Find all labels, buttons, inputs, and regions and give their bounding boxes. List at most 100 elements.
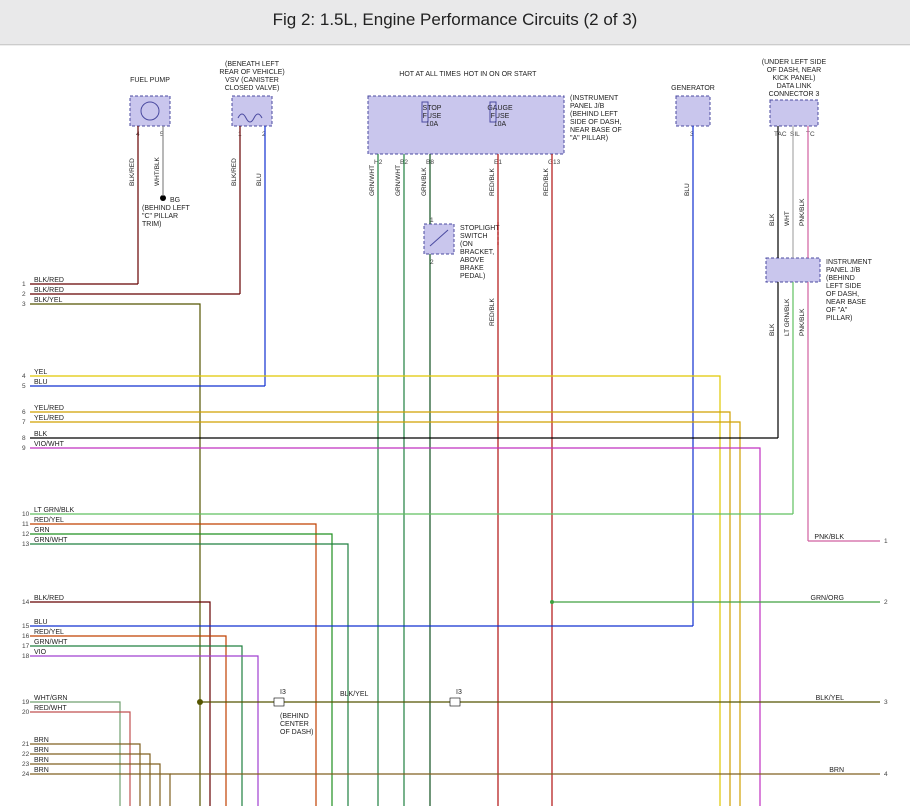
svg-text:VIO: VIO	[34, 649, 47, 656]
svg-text:BRN: BRN	[34, 757, 49, 764]
svg-text:GRN/WHT: GRN/WHT	[34, 537, 68, 544]
fuel-pump-box: FUEL PUMP 4 5	[130, 77, 170, 138]
svg-text:(BENEATH LEFTREAR OF VEHICLE)V: (BENEATH LEFTREAR OF VEHICLE)VSV (CANIST…	[219, 61, 284, 92]
svg-text:INSTRUMENTPANEL J/B(BEHINDLEFT: INSTRUMENTPANEL J/B(BEHINDLEFT SIDEOF DA…	[826, 259, 873, 322]
svg-text:3: 3	[22, 301, 26, 308]
svg-text:BG(BEHIND LEFT"C" PILLARTRIM): BG(BEHIND LEFT"C" PILLARTRIM)	[142, 197, 191, 228]
connector-label: I3	[280, 689, 286, 696]
wiring-diagram: FUEL PUMP 4 5 (BENEATH LEFTREAR OF VEHIC…	[0, 45, 910, 806]
svg-text:TAC: TAC	[774, 131, 787, 138]
svg-text:BLK/YEL: BLK/YEL	[34, 297, 63, 304]
wire-label: LT GRN/BLK	[784, 298, 791, 336]
vsv-box: (BENEATH LEFTREAR OF VEHICLE)VSV (CANIST…	[219, 61, 284, 138]
svg-text:12: 12	[22, 531, 30, 538]
wire-label: PNK/BLK	[799, 198, 806, 226]
svg-text:19: 19	[22, 699, 30, 706]
wire-label: BLK/YEL	[340, 691, 369, 698]
svg-text:WHT/GRN: WHT/GRN	[34, 695, 67, 702]
svg-text:13: 13	[22, 541, 30, 548]
wire-label: GRN/BLK	[421, 167, 428, 196]
svg-text:(BEHINDCENTEROF DASH): (BEHINDCENTEROF DASH)	[280, 713, 313, 736]
left-wire-labels: BLK/RED1 BLK/RED2 BLK/YEL3 YEL4 BLU5 YEL…	[22, 277, 75, 778]
wire-label: BLK/RED	[129, 158, 136, 186]
svg-text:BRN: BRN	[34, 767, 49, 774]
svg-text:7: 7	[22, 419, 26, 426]
svg-text:BLU: BLU	[34, 619, 48, 626]
svg-text:RED/BLK: RED/BLK	[489, 298, 496, 326]
generator-label: GENERATOR	[671, 85, 715, 92]
svg-text:LT GRN/BLK: LT GRN/BLK	[34, 507, 75, 514]
svg-text:(UNDER LEFT SIDEOF DASH, NEARK: (UNDER LEFT SIDEOF DASH, NEARKICK PANEL)…	[762, 59, 827, 98]
svg-text:10: 10	[22, 511, 30, 518]
svg-text:15: 15	[22, 623, 30, 630]
svg-text:3: 3	[884, 699, 888, 706]
svg-text:SIL: SIL	[790, 131, 800, 138]
wire-label: BLU	[684, 183, 691, 196]
svg-text:STOPLIGHTSWITCH(ONBRACKET,ABOV: STOPLIGHTSWITCH(ONBRACKET,ABOVEBRAKEPEDA…	[460, 225, 500, 280]
svg-text:G13: G13	[548, 159, 561, 166]
svg-text:BLU: BLU	[34, 379, 48, 386]
wire-label: GRN/WHT	[369, 165, 376, 196]
svg-text:BLK/YEL: BLK/YEL	[816, 695, 845, 702]
wire-label: PNK/BLK	[799, 308, 806, 336]
svg-text:RED/YEL: RED/YEL	[34, 629, 64, 636]
svg-text:16: 16	[22, 633, 30, 640]
page-header: Fig 2: 1.5L, Engine Performance Circuits…	[0, 0, 910, 45]
svg-text:GRN/ORG: GRN/ORG	[811, 595, 844, 602]
svg-text:BLK/RED: BLK/RED	[34, 595, 64, 602]
wire-label: BLK	[769, 323, 776, 336]
svg-text:23: 23	[22, 761, 30, 768]
dlc-box: (UNDER LEFT SIDEOF DASH, NEARKICK PANEL)…	[762, 59, 827, 138]
wire-label: RED/BLK	[489, 168, 496, 196]
svg-text:HOT IN ON OR START: HOT IN ON OR START	[464, 71, 537, 78]
wire-label: BLK/RED	[231, 158, 238, 186]
wire-label: WHT/BLK	[154, 156, 161, 186]
jb2-box: INSTRUMENTPANEL J/B(BEHINDLEFT SIDEOF DA…	[766, 258, 873, 322]
svg-text:BRN: BRN	[34, 747, 49, 754]
stoplight-switch: STOPLIGHTSWITCH(ONBRACKET,ABOVEBRAKEPEDA…	[424, 217, 500, 280]
svg-text:9: 9	[22, 445, 26, 452]
svg-text:YEL: YEL	[34, 369, 47, 376]
fusebox: HOT AT ALL TIMES HOT IN ON OR START STOP…	[368, 71, 622, 166]
svg-text:GRN: GRN	[34, 527, 50, 534]
svg-text:GRN/WHT: GRN/WHT	[34, 639, 68, 646]
svg-text:BRN: BRN	[34, 737, 49, 744]
fuel-pump-label: FUEL PUMP	[130, 77, 170, 84]
svg-text:1: 1	[884, 538, 888, 545]
ground-bg: BG(BEHIND LEFT"C" PILLARTRIM)	[142, 195, 191, 228]
wire-label: GRN/WHT	[395, 165, 402, 196]
svg-text:11: 11	[22, 521, 29, 528]
wire-label: BLK	[769, 213, 776, 226]
svg-text:BLK: BLK	[34, 431, 48, 438]
svg-text:22: 22	[22, 751, 30, 758]
wire-label: RED/BLK	[543, 168, 550, 196]
svg-text:6: 6	[22, 409, 26, 416]
svg-text:YEL/RED: YEL/RED	[34, 415, 64, 422]
svg-text:FUEL PUMP: FUEL PUMP	[130, 77, 170, 84]
svg-text:RED/WHT: RED/WHT	[34, 705, 67, 712]
page-title: Fig 2: 1.5L, Engine Performance Circuits…	[0, 10, 910, 30]
svg-text:(INSTRUMENTPANEL J/B(BEHIND LE: (INSTRUMENTPANEL J/B(BEHIND LEFTSIDE OF …	[570, 95, 622, 142]
svg-text:PNK/BLK: PNK/BLK	[814, 534, 844, 541]
wire-label: BLU	[256, 173, 263, 186]
svg-text:8: 8	[22, 435, 26, 442]
svg-text:BRN: BRN	[829, 767, 844, 774]
svg-text:BLK/RED: BLK/RED	[34, 287, 64, 294]
svg-text:TC: TC	[806, 131, 815, 138]
right-wire-labels: PNK/BLK 1 GRN/ORG 2 BLK/YEL 3 BRN 4	[811, 534, 888, 778]
svg-text:14: 14	[22, 599, 30, 606]
svg-text:18: 18	[22, 653, 30, 660]
svg-text:1: 1	[22, 281, 26, 288]
svg-text:2: 2	[22, 291, 26, 298]
svg-text:21: 21	[22, 741, 30, 748]
svg-text:4: 4	[22, 373, 26, 380]
svg-text:VIO/WHT: VIO/WHT	[34, 441, 65, 448]
svg-text:4: 4	[884, 771, 888, 778]
wire-label: WHT	[784, 211, 791, 226]
svg-text:RED/YEL: RED/YEL	[34, 517, 64, 524]
connector-label: I3	[456, 689, 462, 696]
svg-text:BLK/RED: BLK/RED	[34, 277, 64, 284]
svg-text:24: 24	[22, 771, 30, 778]
svg-text:YEL/RED: YEL/RED	[34, 405, 64, 412]
svg-text:2: 2	[884, 599, 888, 606]
